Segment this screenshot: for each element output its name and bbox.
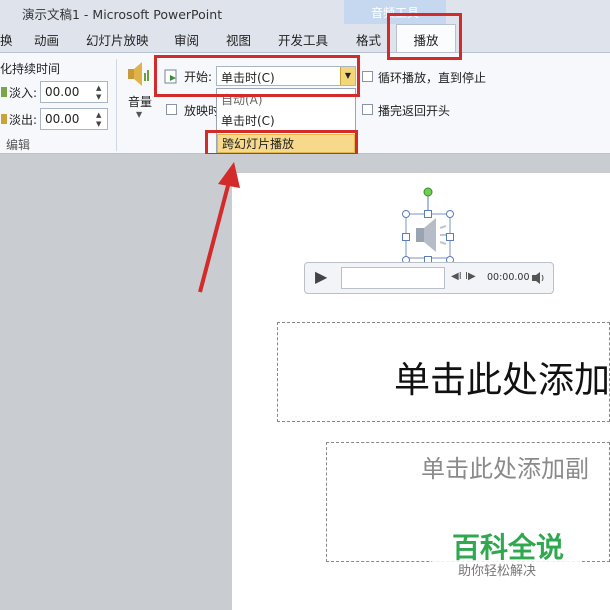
tab-developer[interactable]: 开发工具: [278, 30, 328, 49]
audio-player-bar: ▶ ◀Ⅰ Ⅰ▶ 00:00.00: [304, 262, 554, 294]
rewind-label: 播完返回开头: [378, 104, 451, 118]
volume-icon[interactable]: [126, 59, 152, 91]
volume-label[interactable]: 音量: [128, 93, 152, 110]
spin-up-icon[interactable]: ▲: [96, 111, 104, 119]
watermark-subtitle: 助你轻松解决: [458, 564, 537, 579]
fade-in-icon: [1, 87, 7, 97]
fade-out-value: 00.00: [45, 112, 80, 126]
watermark: 百科全说 助你轻松解决: [432, 522, 582, 584]
fade-out-spinner[interactable]: 00.00 ▲ ▼: [40, 108, 108, 130]
spin-down-icon[interactable]: ▼: [96, 120, 104, 128]
fade-in-label: 淡入:: [9, 86, 38, 100]
editing-group-label: 编辑: [6, 138, 31, 152]
fade-duration-label: 化持续时间: [0, 62, 61, 76]
fade-out-icon: [1, 114, 7, 124]
seek-forward-icon[interactable]: Ⅰ▶: [465, 271, 476, 282]
menu-item-on-click[interactable]: 单击时(C): [217, 112, 355, 131]
playback-tab-highlight-box: [387, 13, 462, 60]
resize-handle[interactable]: [424, 210, 432, 218]
tab-review[interactable]: 审阅: [174, 30, 199, 49]
rewind-checkbox[interactable]: [362, 104, 373, 115]
title-bar: 演示文稿1 - Microsoft PowerPoint: [0, 0, 610, 24]
title-placeholder[interactable]: 单击此处添加: [277, 322, 610, 422]
tab-format[interactable]: 格式: [356, 30, 381, 49]
fade-in-spinner[interactable]: 00.00 ▲ ▼: [40, 81, 108, 103]
tab-view[interactable]: 视图: [226, 30, 251, 49]
fade-in-value: 00.00: [45, 85, 80, 99]
tab-transitions[interactable]: 换: [0, 30, 13, 49]
volume-dropdown-icon[interactable]: ▼: [136, 110, 142, 119]
progress-track[interactable]: [341, 267, 445, 289]
subtitle-placeholder-text: 单击此处添加副: [421, 455, 589, 483]
tab-animations[interactable]: 动画: [34, 30, 59, 49]
annotation-arrow: [198, 162, 240, 293]
seek-back-icon[interactable]: ◀Ⅰ: [451, 271, 462, 282]
audio-object-icon[interactable]: [402, 186, 458, 266]
start-highlight-box: [154, 55, 360, 97]
tab-slide-show[interactable]: 幻灯片放映: [86, 30, 149, 49]
spin-down-icon[interactable]: ▼: [96, 93, 104, 101]
player-time: 00:00.00: [487, 272, 530, 283]
hide-during-show-checkbox[interactable]: [166, 104, 177, 115]
play-icon[interactable]: ▶: [315, 267, 327, 286]
mute-volume-icon[interactable]: [531, 271, 547, 285]
resize-handle[interactable]: [402, 233, 410, 241]
resize-handle[interactable]: [446, 233, 454, 241]
spin-up-icon[interactable]: ▲: [96, 84, 104, 92]
resize-handle[interactable]: [402, 210, 410, 218]
group-separator: [116, 59, 117, 151]
ribbon-tab-row: 换 动画 幻灯片放映 审阅 视图 开发工具 格式: [0, 24, 610, 52]
hide-during-show-label: 放映时: [184, 104, 221, 118]
loop-checkbox[interactable]: [362, 71, 373, 82]
title-placeholder-text: 单击此处添加: [394, 360, 610, 401]
fade-out-label: 淡出:: [9, 113, 38, 127]
window-title: 演示文稿1 - Microsoft PowerPoint: [22, 7, 223, 22]
loop-label: 循环播放，直到停止: [378, 71, 487, 85]
resize-handle[interactable]: [446, 210, 454, 218]
